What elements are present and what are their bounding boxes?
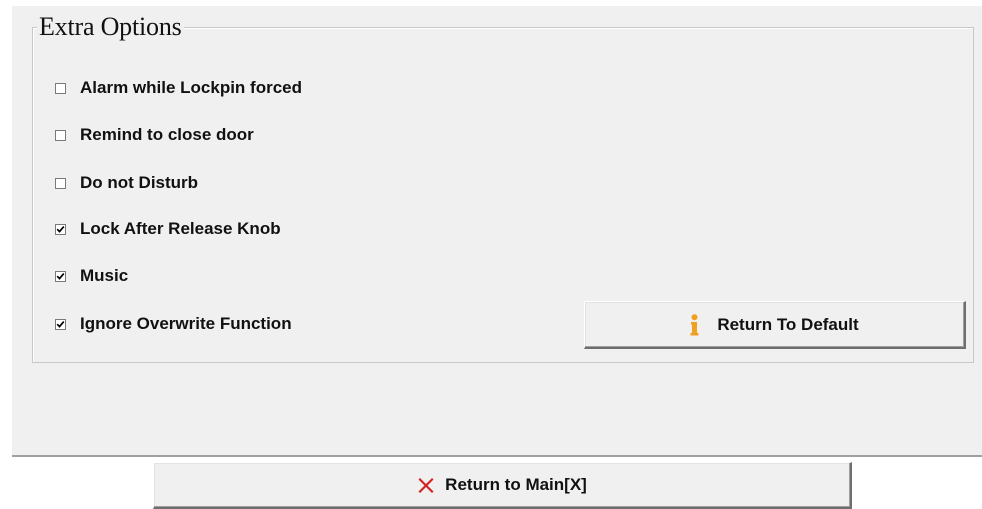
option-do-not-disturb[interactable]: Do not Disturb [55, 173, 199, 192]
return-to-default-button[interactable]: Return To Default [584, 301, 966, 349]
option-remind-close-door[interactable]: Remind to close door [55, 125, 254, 144]
option-label: Music [80, 266, 129, 285]
dialog-screen: Extra Options Alarm while Lockpin forced… [0, 0, 982, 509]
checkmark-icon [56, 225, 65, 233]
checkbox[interactable] [55, 82, 66, 94]
option-label: Do not Disturb [80, 173, 199, 192]
checkmark-icon [56, 320, 65, 328]
red-x-icon [417, 476, 435, 494]
return-to-main-button[interactable]: Return to Main[X] [153, 462, 852, 509]
option-music[interactable]: Music [55, 266, 129, 285]
option-label: Remind to close door [80, 125, 254, 144]
group-title: Extra Options [37, 12, 184, 42]
checkbox[interactable] [55, 223, 66, 235]
option-label: Lock After Release Knob [80, 219, 281, 238]
option-label: Alarm while Lockpin forced [80, 78, 302, 97]
checkmark-icon [56, 272, 65, 280]
footer-divider [12, 455, 982, 458]
info-icon [690, 313, 699, 336]
return-to-default-label: Return To Default [717, 314, 859, 334]
option-lock-after-release-knob[interactable]: Lock After Release Knob [55, 219, 281, 238]
checkbox[interactable] [55, 177, 66, 189]
option-ignore-overwrite-function[interactable]: Ignore Overwrite Function [55, 314, 292, 333]
option-alarm-lockpin-forced[interactable]: Alarm while Lockpin forced [55, 78, 302, 97]
option-label: Ignore Overwrite Function [80, 314, 292, 333]
return-to-main-label: Return to Main[X] [445, 475, 587, 494]
checkbox[interactable] [55, 129, 66, 141]
checkbox[interactable] [55, 270, 66, 282]
checkbox[interactable] [55, 318, 66, 330]
